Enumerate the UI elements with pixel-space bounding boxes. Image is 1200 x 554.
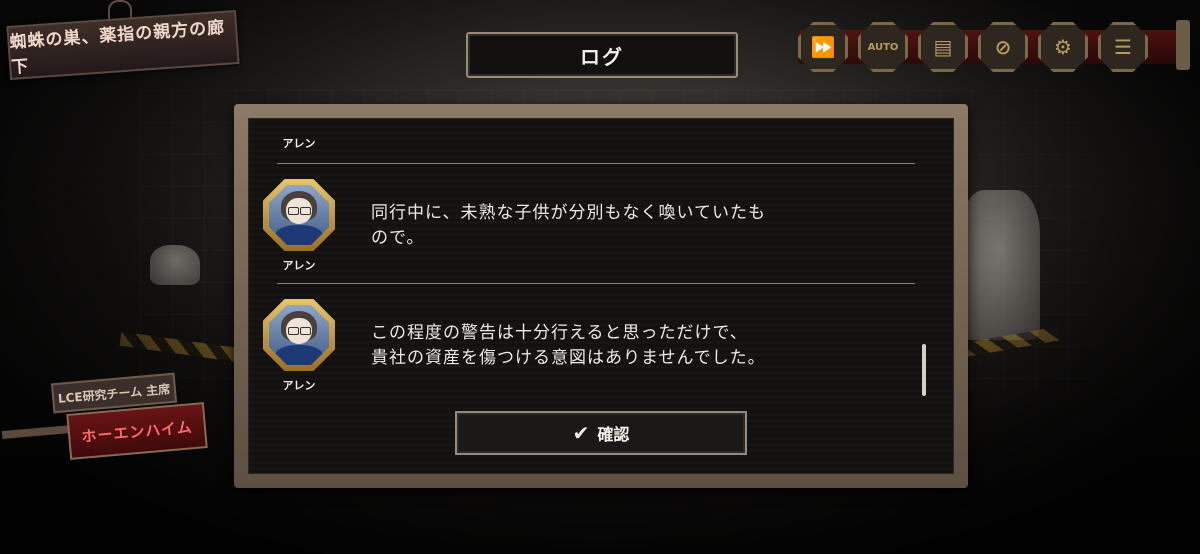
speaker-name: アレン <box>282 259 316 272</box>
hide-ui-icon: ⊘ <box>994 35 1012 59</box>
fast-forward-icon: ⏩ <box>810 35 836 59</box>
settings-button[interactable]: ⚙ <box>1038 22 1088 72</box>
check-icon: ✔ <box>572 421 590 445</box>
log-dialog: アレン アレン 同行中に、未熟な子供が分別もなく喚いていたも ので。 アレン こ… <box>234 104 968 488</box>
speaker-portrait <box>263 179 335 251</box>
log-message: この程度の警告は十分行えると思っただけで、 貴社の資産を傷つける意図はありません… <box>371 323 766 368</box>
log-icon: ▤ <box>933 35 953 59</box>
log-button[interactable]: ▤ <box>918 22 968 72</box>
log-list[interactable]: アレン アレン 同行中に、未熟な子供が分別もなく喚いていたも ので。 アレン こ… <box>248 118 954 474</box>
scrollbar[interactable] <box>922 344 926 396</box>
entry-divider <box>277 163 915 164</box>
speaker-portrait <box>263 299 335 371</box>
confirm-label: 確認 <box>597 425 630 444</box>
speaker-name: アレン <box>282 137 316 150</box>
control-rail-end <box>1176 20 1190 70</box>
team-label: LCE研究チーム 主席 <box>57 381 171 406</box>
auto-button[interactable]: AUTO <box>858 22 908 72</box>
menu-button[interactable]: ☰ <box>1098 22 1148 72</box>
log-title: ログ <box>466 32 738 78</box>
character-name: ホーエンハイム <box>80 417 194 446</box>
speaker-name: アレン <box>282 379 316 392</box>
confirm-button[interactable]: ✔ 確認 <box>455 411 747 455</box>
auto-icon: AUTO <box>867 41 899 53</box>
gear-icon: ⚙ <box>1054 35 1072 59</box>
fast-forward-button[interactable]: ⏩ <box>798 22 848 72</box>
hide-ui-button[interactable]: ⊘ <box>978 22 1028 72</box>
log-message: 同行中に、未熟な子供が分別もなく喚いていたも ので。 <box>371 203 766 248</box>
entry-divider <box>277 283 915 284</box>
menu-icon: ☰ <box>1114 35 1132 59</box>
